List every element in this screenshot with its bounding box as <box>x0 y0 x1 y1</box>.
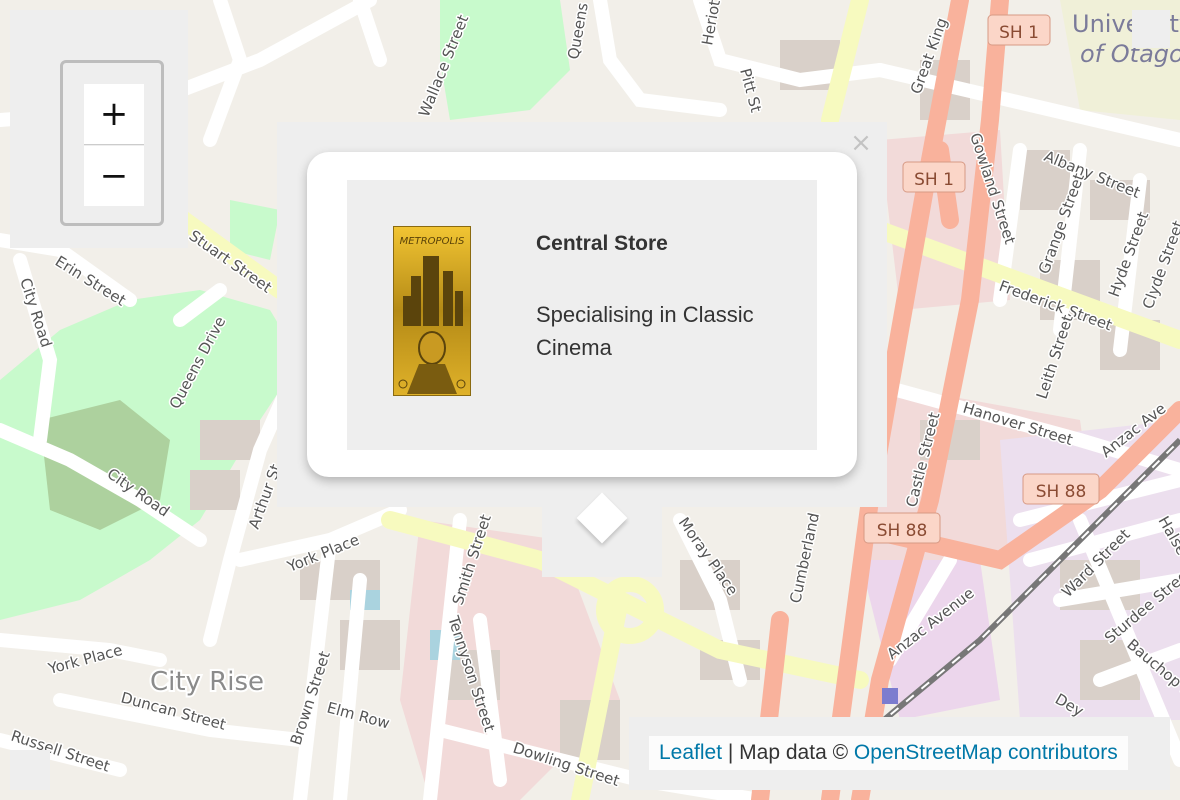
svg-text:SH 88: SH 88 <box>1036 482 1087 502</box>
zoom-control: + − <box>60 60 164 226</box>
svg-text:SH 1: SH 1 <box>999 23 1039 43</box>
sh1-shield-mid: SH 1 <box>902 161 966 193</box>
corner-placeholder-top-right <box>1132 10 1170 48</box>
zoom-out-button[interactable]: − <box>84 146 144 206</box>
leaflet-link[interactable]: Leaflet <box>659 741 722 764</box>
svg-text:METROPOLIS: METROPOLIS <box>400 236 465 247</box>
sh88-shield-left: SH 88 <box>863 512 941 544</box>
zoom-in-button[interactable]: + <box>84 84 144 145</box>
corner-placeholder-bottom-left <box>10 750 50 790</box>
metropolis-poster-image: METROPOLIS <box>393 226 471 396</box>
svg-text:SH 1: SH 1 <box>914 170 954 190</box>
popup-close-button[interactable]: × <box>848 130 874 156</box>
attribution: Leaflet | Map data © OpenStreetMap contr… <box>649 736 1128 770</box>
store-description: Specialising in Classic Cinema <box>536 302 754 360</box>
popup-card: METROPOLIS Central Store Specialising in… <box>307 152 857 477</box>
svg-text:City Rise: City Rise <box>150 667 264 697</box>
sh88-shield-right: SH 88 <box>1022 473 1100 505</box>
svg-text:SH 88: SH 88 <box>877 521 928 541</box>
osm-contributors-link[interactable]: OpenStreetMap contributors <box>854 741 1118 764</box>
attribution-separator: | Map data © <box>722 741 854 764</box>
popup-content: METROPOLIS Central Store Specialising in… <box>347 180 817 450</box>
zoom-control-panel: + − <box>10 10 188 248</box>
sh1-shield-top: SH 1 <box>987 14 1051 46</box>
store-title: Central Store <box>536 232 668 255</box>
